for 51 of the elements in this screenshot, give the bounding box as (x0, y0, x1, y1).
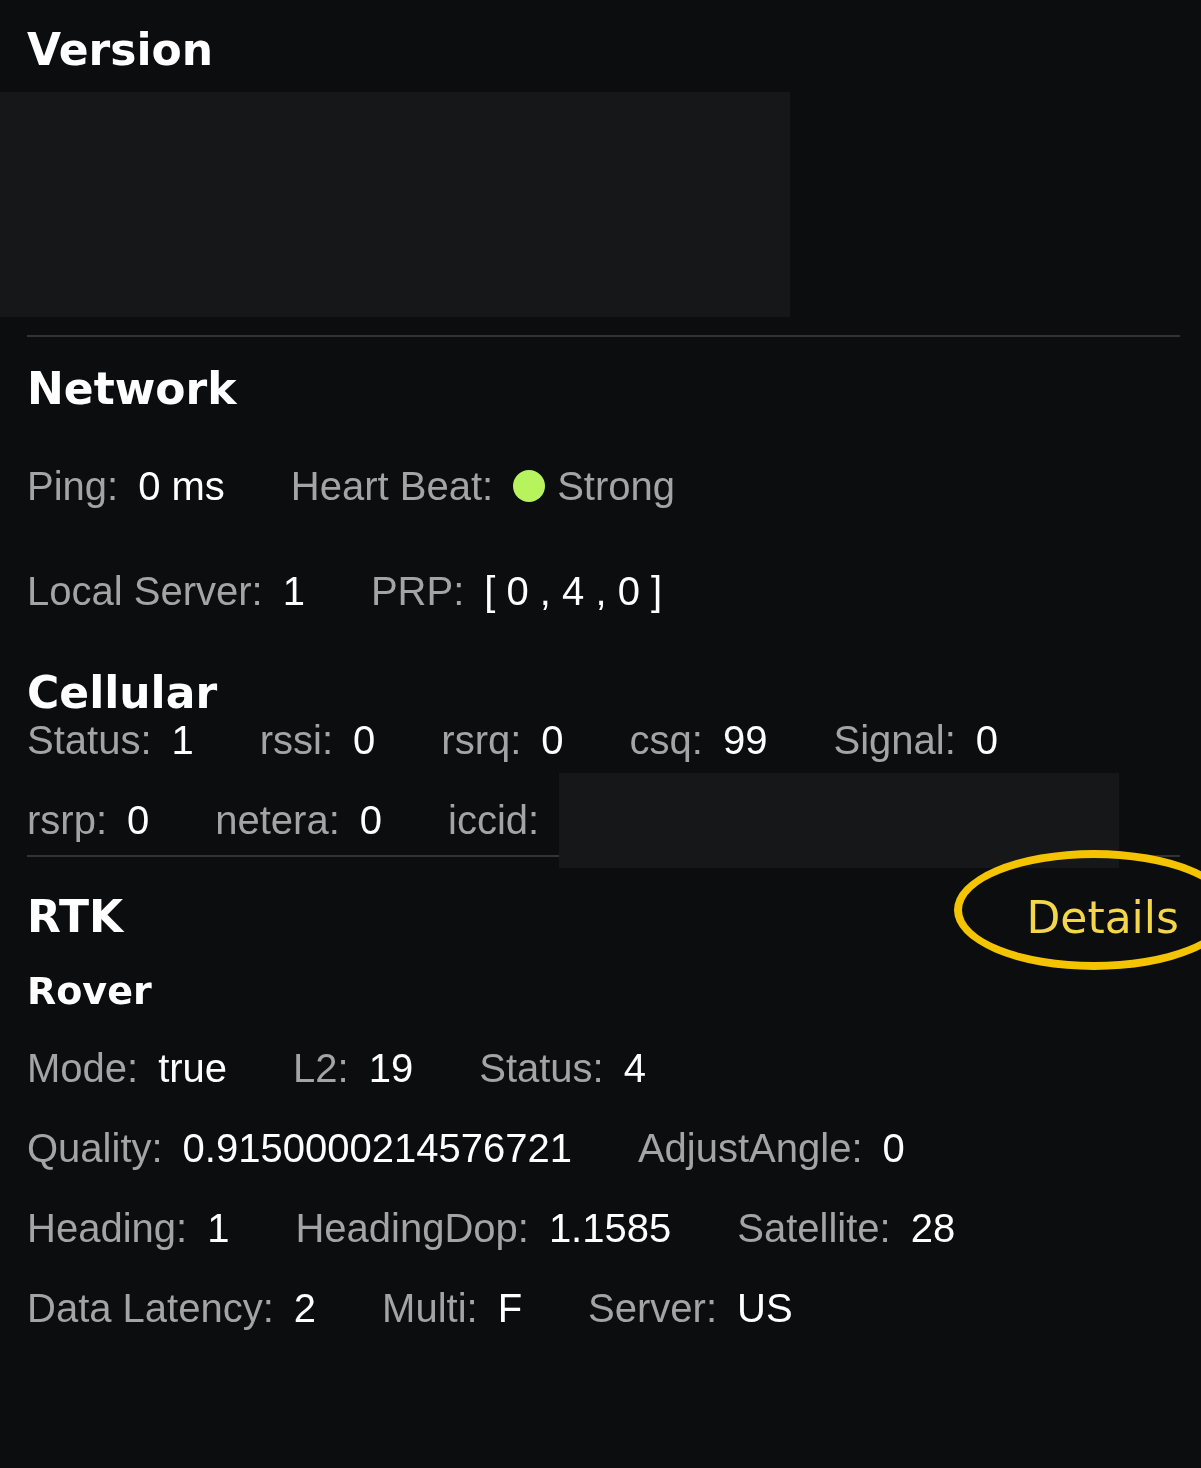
field-label: AdjustAngle: (637, 1125, 863, 1171)
field-value: US (737, 1285, 793, 1331)
details-link[interactable]: Details (1026, 891, 1179, 943)
section-title: Version (27, 23, 214, 72)
field-value: 28 (910, 1205, 956, 1251)
field-value: 0 (127, 797, 150, 843)
field-label: Status: (27, 717, 152, 763)
field-label: Mode: (27, 1045, 139, 1091)
field-label: Satellite: (737, 1205, 891, 1251)
field-label: HeadingDop: (295, 1205, 529, 1251)
field-label: Signal: (833, 717, 956, 763)
field-value: 19 (368, 1045, 414, 1091)
field-value: 2 (293, 1285, 317, 1331)
field-label: rssi: (259, 717, 334, 763)
field-value: Strong (557, 463, 676, 509)
field-label: rsrp: (27, 797, 107, 843)
field-value: 1 (282, 568, 305, 614)
field-value: 1.1585 (548, 1205, 672, 1251)
field-label: L2: (293, 1045, 349, 1091)
field-value: 0 (359, 797, 383, 843)
field-value: 0 (541, 717, 564, 763)
field-label: PRP: (370, 568, 465, 614)
field-label: netera: (215, 797, 340, 843)
field-label: Heart Beat: (290, 463, 494, 509)
field-value: 0 (975, 717, 998, 763)
field-label: Heading: (27, 1205, 188, 1251)
subsection-title: Rover (27, 968, 153, 1010)
field-label: Ping: (27, 463, 119, 509)
field-label: Status: (479, 1045, 604, 1091)
field-label: Multi: (382, 1285, 478, 1331)
field-value: true (158, 1045, 228, 1091)
section-title: Network (27, 367, 238, 411)
field-label: Quality: (27, 1125, 163, 1171)
field-value: 0 (882, 1125, 905, 1171)
field-label: iccid: (448, 797, 540, 843)
field-label: Local Server: (27, 568, 263, 614)
field-value: 4 (623, 1045, 646, 1091)
field-value: 0 (353, 717, 376, 763)
field-label: Server: (588, 1285, 718, 1331)
field-value: 1 (207, 1205, 230, 1251)
field-label: csq: (629, 717, 703, 763)
section-title: Cellular (27, 671, 219, 715)
field-value: 0 ms (138, 463, 225, 509)
field-label: rsrq: (441, 717, 522, 763)
field-value: [ 0 , 4 , 0 ] (484, 568, 663, 614)
field-value: 99 (722, 717, 768, 763)
section-title: RTK (27, 895, 123, 939)
field-label: Data Latency: (27, 1285, 274, 1331)
field-value: F (497, 1285, 523, 1331)
field-value: 0.9150000214576721 (182, 1125, 572, 1171)
field-value: 1 (171, 717, 194, 763)
